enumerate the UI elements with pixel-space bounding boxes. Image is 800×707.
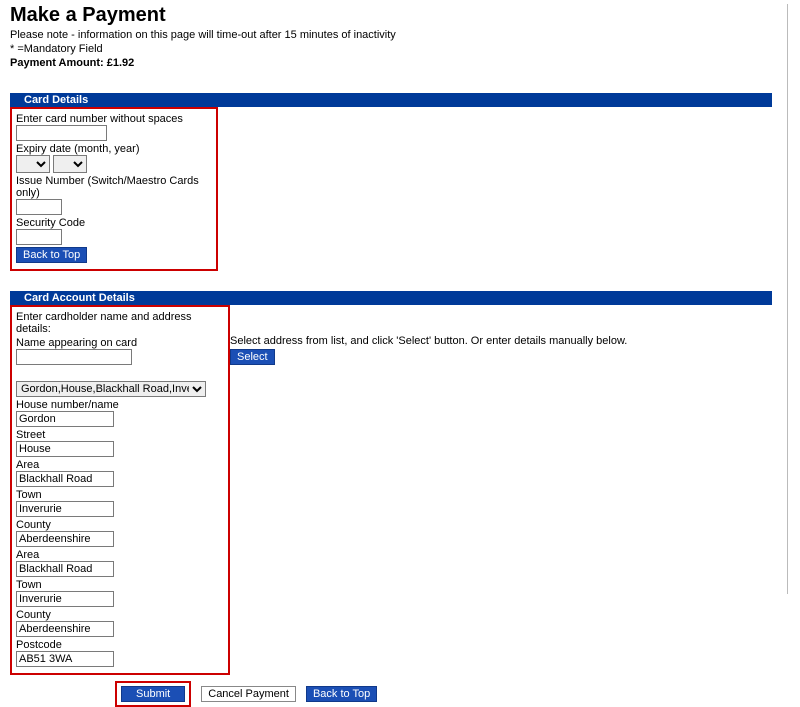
county1-label: County [16, 519, 224, 531]
expiry-year-select[interactable] [53, 155, 87, 173]
area2-input[interactable] [16, 561, 114, 577]
issue-number-label: Issue Number (Switch/Maestro Cards only) [16, 175, 212, 199]
postcode-input[interactable] [16, 651, 114, 667]
cancel-payment-button[interactable]: Cancel Payment [201, 686, 296, 702]
payment-amount: Payment Amount: £1.92 [10, 57, 790, 69]
town1-input[interactable] [16, 501, 114, 517]
submit-button[interactable]: Submit [121, 686, 185, 702]
select-address-button[interactable]: Select [230, 349, 275, 365]
street-input[interactable] [16, 441, 114, 457]
expiry-label: Expiry date (month, year) [16, 143, 212, 155]
issue-number-input[interactable] [16, 199, 62, 215]
card-number-input[interactable] [16, 125, 107, 141]
area2-label: Area [16, 549, 224, 561]
card-number-label: Enter card number without spaces [16, 113, 212, 125]
address-select[interactable]: Gordon,House,Blackhall Road,Inverurie,A [16, 381, 206, 397]
name-on-card-input[interactable] [16, 349, 132, 365]
county2-input[interactable] [16, 621, 114, 637]
security-code-input[interactable] [16, 229, 62, 245]
area1-label: Area [16, 459, 224, 471]
actions-row: Submit Cancel Payment Back to Top [115, 681, 790, 707]
timeout-note: Please note - information on this page w… [10, 29, 790, 41]
page-title: Make a Payment [10, 4, 790, 27]
county2-label: County [16, 609, 224, 621]
section-account-details-header: Card Account Details [10, 291, 772, 305]
county1-input[interactable] [16, 531, 114, 547]
house-input[interactable] [16, 411, 114, 427]
expiry-month-select[interactable] [16, 155, 50, 173]
postcode-label: Postcode [16, 639, 224, 651]
mandatory-hint: * =Mandatory Field [10, 43, 790, 55]
back-to-top-button-footer[interactable]: Back to Top [306, 686, 377, 702]
security-code-label: Security Code [16, 217, 212, 229]
account-details-box: Enter cardholder name and address detail… [10, 305, 230, 675]
town2-label: Town [16, 579, 224, 591]
street-label: Street [16, 429, 224, 441]
name-on-card-label: Name appearing on card [16, 337, 224, 349]
area1-input[interactable] [16, 471, 114, 487]
section-card-details-header: Card Details [10, 93, 772, 107]
town1-label: Town [16, 489, 224, 501]
account-intro: Enter cardholder name and address detail… [16, 311, 224, 335]
house-label: House number/name [16, 399, 224, 411]
address-prompt: Select address from list, and click 'Sel… [230, 335, 630, 347]
card-details-box: Enter card number without spaces Expiry … [10, 107, 218, 271]
back-to-top-button[interactable]: Back to Top [16, 247, 87, 263]
town2-input[interactable] [16, 591, 114, 607]
submit-highlight: Submit [115, 681, 191, 707]
